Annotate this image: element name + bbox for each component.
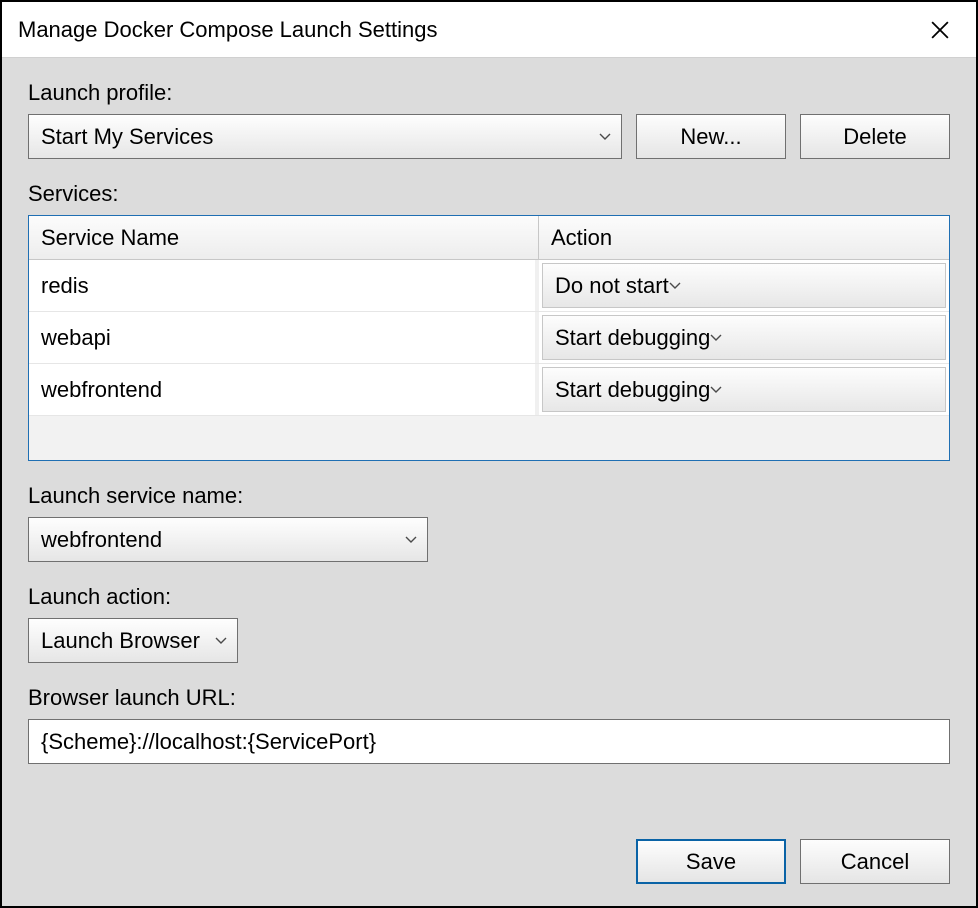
titlebar: Manage Docker Compose Launch Settings: [2, 2, 976, 58]
service-name-cell: webfrontend: [29, 364, 539, 415]
service-name-cell: redis: [29, 260, 539, 311]
dialog-window: Manage Docker Compose Launch Settings La…: [0, 0, 978, 908]
profile-row: Start My Services New... Delete: [28, 114, 950, 159]
dialog-footer: Save Cancel: [28, 809, 950, 884]
cancel-button-label: Cancel: [841, 849, 909, 875]
close-icon: [931, 21, 949, 39]
launch-profile-label: Launch profile:: [28, 80, 950, 106]
services-label: Services:: [28, 181, 950, 207]
new-button-label: New...: [680, 124, 741, 150]
chevron-down-icon: [405, 536, 417, 544]
new-button[interactable]: New...: [636, 114, 786, 159]
launch-service-name-label: Launch service name:: [28, 483, 950, 509]
table-footer-space: [29, 416, 949, 460]
column-header-service-name[interactable]: Service Name: [29, 216, 539, 259]
table-row: webfrontend Start debugging: [29, 364, 949, 416]
services-table: Service Name Action redis Do not start w…: [28, 215, 950, 461]
table-header: Service Name Action: [29, 216, 949, 260]
launch-service-name-dropdown[interactable]: webfrontend: [28, 517, 428, 562]
table-row: webapi Start debugging: [29, 312, 949, 364]
service-action-cell: Start debugging: [539, 312, 949, 363]
chevron-down-icon: [710, 386, 722, 394]
service-action-cell: Do not start: [539, 260, 949, 311]
service-name-cell: webapi: [29, 312, 539, 363]
column-header-action[interactable]: Action: [539, 216, 949, 259]
dialog-content: Launch profile: Start My Services New...…: [2, 58, 976, 906]
browser-launch-url-label: Browser launch URL:: [28, 685, 950, 711]
launch-action-value: Launch Browser: [41, 628, 200, 654]
delete-button[interactable]: Delete: [800, 114, 950, 159]
service-action-value: Start debugging: [555, 325, 710, 351]
dialog-title: Manage Docker Compose Launch Settings: [18, 17, 437, 43]
launch-profile-dropdown[interactable]: Start My Services: [28, 114, 622, 159]
chevron-down-icon: [710, 334, 722, 342]
service-action-value: Do not start: [555, 273, 669, 299]
cancel-button[interactable]: Cancel: [800, 839, 950, 884]
delete-button-label: Delete: [843, 124, 907, 150]
service-action-dropdown[interactable]: Start debugging: [542, 367, 946, 412]
launch-profile-value: Start My Services: [41, 124, 213, 150]
save-button[interactable]: Save: [636, 839, 786, 884]
launch-action-label: Launch action:: [28, 584, 950, 610]
table-row: redis Do not start: [29, 260, 949, 312]
chevron-down-icon: [599, 133, 611, 141]
save-button-label: Save: [686, 849, 736, 875]
service-action-dropdown[interactable]: Start debugging: [542, 315, 946, 360]
launch-action-dropdown[interactable]: Launch Browser: [28, 618, 238, 663]
close-button[interactable]: [920, 10, 960, 50]
service-action-cell: Start debugging: [539, 364, 949, 415]
service-action-value: Start debugging: [555, 377, 710, 403]
service-action-dropdown[interactable]: Do not start: [542, 263, 946, 308]
browser-launch-url-input[interactable]: [28, 719, 950, 764]
chevron-down-icon: [669, 282, 681, 290]
launch-service-name-value: webfrontend: [41, 527, 162, 553]
chevron-down-icon: [215, 637, 227, 645]
